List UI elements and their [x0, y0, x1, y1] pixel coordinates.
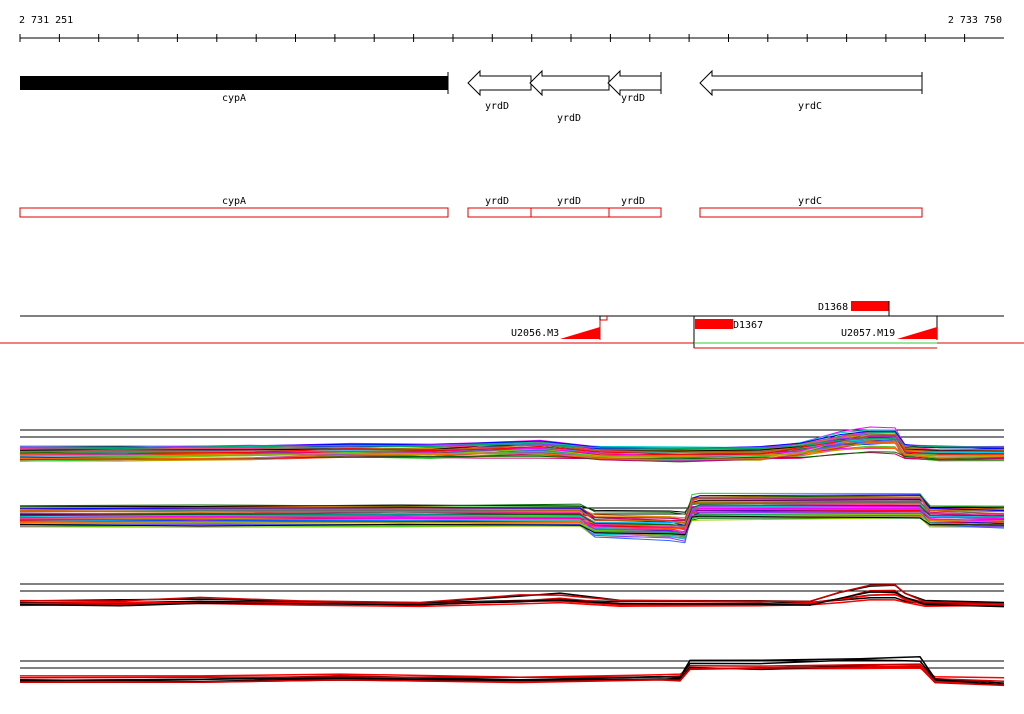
feature-track: D1368 U2056.M3 D1367 U2057.M19 [0, 301, 1024, 349]
gene-label: yrdD [621, 93, 645, 104]
feature-d1367-bar[interactable] [695, 319, 733, 329]
expression-track-2 [19, 492, 1005, 544]
feature-label-d1367: D1367 [733, 320, 763, 331]
annotation-label: yrdD [485, 196, 509, 207]
gene-yrdC-arrow[interactable] [699, 69, 923, 97]
annotation-yrdC-box[interactable] [699, 207, 923, 218]
annotation-label: yrdD [557, 196, 581, 207]
expression-track-3 [19, 583, 1005, 608]
feature-label-u2056: U2056.M3 [511, 328, 559, 339]
gene-yrdD-2-arrow[interactable] [529, 69, 610, 97]
gene-cypA-bar[interactable] [20, 76, 448, 90]
profile-line [20, 667, 1005, 679]
annotation-yrdD-3-box[interactable] [608, 207, 662, 218]
feature-u2057-wedge[interactable] [897, 327, 937, 339]
feature-d1368-bar[interactable] [851, 301, 889, 311]
gene-label: yrdC [798, 101, 822, 112]
coordinate-ruler: 2 731 251 2 733 750 [19, 15, 1004, 42]
annotation-cypA-box[interactable] [19, 207, 449, 218]
track2-profile-lines [19, 492, 1005, 544]
track1-profile-lines [19, 426, 1005, 463]
feature-label-d1368: D1368 [818, 302, 848, 313]
ruler-start-label: 2 731 251 [19, 15, 73, 26]
annotation-label: yrdD [621, 196, 645, 207]
expression-track-1 [19, 426, 1005, 463]
ruler-end-label: 2 733 750 [948, 15, 1002, 26]
gene-track: cypA yrdD yrdD yrdD yrdC [20, 69, 923, 124]
expression-track-4 [19, 656, 1005, 687]
track3-profile-lines [19, 584, 1005, 608]
gene-yrdD-1-arrow[interactable] [467, 69, 532, 97]
annotation-yrdD-2-box[interactable] [530, 207, 610, 218]
genome-browser-view: 2 731 251 2 733 750 cypA yrdD yrdD yrdD … [0, 15, 1024, 687]
annotation-track: cypA yrdD yrdD yrdD yrdC [19, 196, 923, 218]
gene-label: cypA [222, 93, 246, 104]
annotation-label: cypA [222, 196, 246, 207]
annotation-label: yrdC [798, 196, 822, 207]
feature-label-u2057: U2057.M19 [841, 328, 895, 339]
gene-label: yrdD [557, 113, 581, 124]
gene-label: yrdD [485, 101, 509, 112]
annotation-yrdD-1-box[interactable] [467, 207, 532, 218]
gene-yrdD-3-arrow[interactable] [607, 69, 662, 97]
feature-u2056-bracket [599, 316, 608, 340]
feature-u2056-wedge[interactable] [560, 327, 600, 339]
